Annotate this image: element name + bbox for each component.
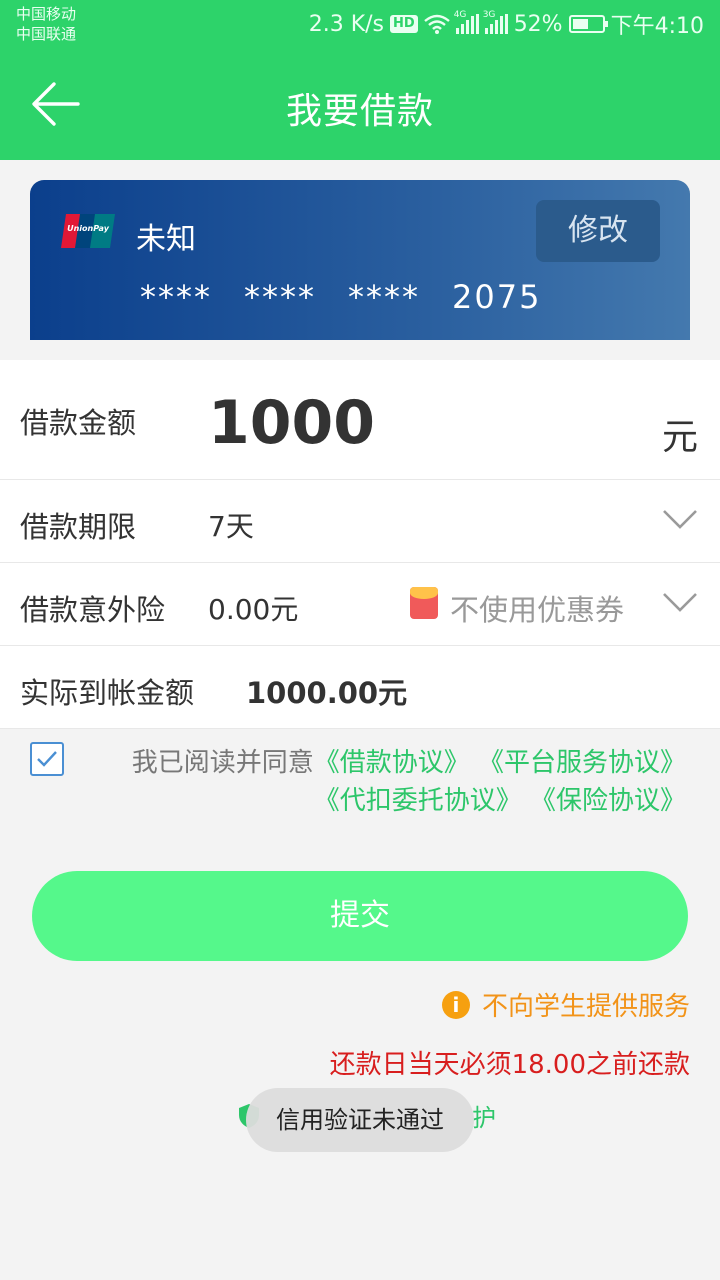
wifi-icon [423, 14, 450, 34]
amount-unit: 元 [661, 417, 698, 458]
carrier-1: 中国移动 [16, 5, 77, 23]
status-right: 2.3 K/s HD 4G 3G 52% 下午4:10 [309, 8, 704, 40]
carrier-info: 中国移动 中国联通 [16, 4, 76, 44]
security-text: 护 [472, 1104, 496, 1132]
insurance-label: 借款意外险 [20, 593, 166, 627]
svg-text:UnionPay: UnionPay [67, 224, 110, 233]
loan-agreement-link[interactable]: 《借款协议》 [314, 748, 470, 778]
received-label: 实际到帐金额 [20, 676, 195, 710]
agreement-line-1: 我已阅读并同意《借款协议》 《平台服务协议》 [132, 742, 686, 779]
card-number-group: **** [140, 278, 212, 316]
status-bar: 中国移动 中国联通 2.3 K/s HD 4G 3G 52% 下午4:10 [0, 0, 720, 48]
card-number: **** **** **** 2075 [140, 278, 541, 316]
submit-button[interactable]: 提交 [32, 871, 688, 961]
withholding-agreement-link[interactable]: 《代扣委托协议》 [314, 786, 522, 816]
card-number-group: **** [348, 278, 420, 316]
info-icon: i [441, 990, 470, 1019]
unionpay-icon: UnionPay [61, 214, 115, 248]
net-type-1: 4G [453, 10, 467, 20]
checkmark-icon [37, 751, 57, 767]
bank-card: UnionPay 未知 修改 **** **** **** 2075 [30, 180, 690, 340]
battery-icon [568, 15, 608, 33]
net-type-2: 3G [482, 10, 496, 20]
coupon-icon [410, 587, 438, 619]
signal-icon-2: 3G [483, 10, 508, 34]
battery-percent: 52% [513, 11, 563, 37]
card-number-last4: 2075 [452, 278, 542, 316]
received-value: 1000.00元 [246, 676, 408, 710]
insurance-agreement-link[interactable]: 《保险协议》 [530, 786, 686, 816]
agreement-prefix: 我已阅读并同意 [131, 748, 314, 778]
amount-label: 借款金额 [20, 406, 137, 440]
insurance-value: 0.00元 [208, 593, 299, 626]
hd-badge: HD [390, 15, 418, 33]
chevron-down-icon[interactable] [662, 508, 698, 530]
chevron-down-icon[interactable] [662, 591, 698, 613]
amount-value[interactable]: 1000 [208, 388, 375, 458]
notice-text: 不向学生提供服务 [481, 992, 690, 1022]
term-row[interactable]: 借款期限 7天 [0, 480, 720, 563]
carrier-2: 中国联通 [16, 25, 77, 43]
repayment-note: 还款日当天必须18.00之前还款 [329, 1050, 690, 1080]
platform-service-agreement-link[interactable]: 《平台服务协议》 [478, 748, 686, 778]
page-title: 我要借款 [285, 91, 434, 132]
top-bar: 中国移动 中国联通 2.3 K/s HD 4G 3G 52% 下午4:10 我要… [0, 0, 720, 160]
coupon-selector[interactable]: 不使用优惠券 [450, 587, 624, 629]
agreement-checkbox[interactable] [30, 742, 64, 776]
card-holder-name: 未知 [136, 222, 196, 257]
card-number-group: **** [244, 278, 316, 316]
insurance-row: 借款意外险 0.00元 不使用优惠券 [0, 563, 720, 646]
network-speed: 2.3 K/s [308, 11, 385, 37]
received-row: 实际到帐金额 1000.00元 [0, 646, 720, 729]
student-notice: i 不向学生提供服务 [441, 986, 690, 1023]
toast-message: 信用验证未通过 [246, 1088, 474, 1152]
modify-card-button[interactable]: 修改 [536, 200, 660, 262]
term-value: 7天 [208, 510, 254, 543]
amount-row[interactable]: 借款金额 1000 元 [0, 360, 720, 480]
clock: 下午4:10 [610, 14, 704, 39]
loan-form: 借款金额 1000 元 借款期限 7天 借款意外险 0.00元 不使用优惠券 实… [0, 360, 720, 729]
agreement-line-2: 《代扣委托协议》 《保险协议》 [314, 780, 686, 817]
signal-icon-1: 4G [454, 10, 479, 34]
term-label: 借款期限 [20, 510, 137, 544]
